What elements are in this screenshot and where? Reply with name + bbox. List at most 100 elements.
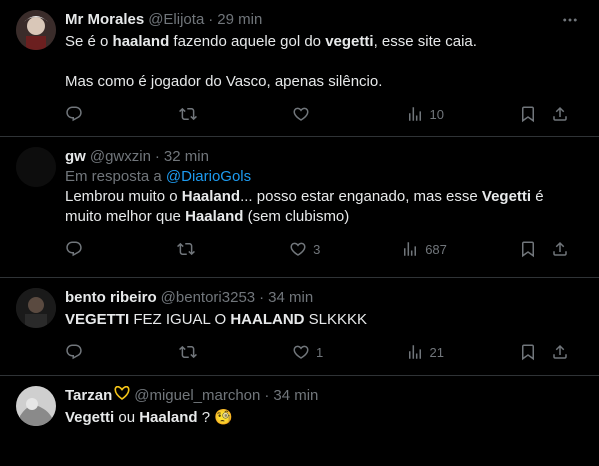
text-segment: (sem clubismo) [243, 208, 350, 225]
retweet-button[interactable] [178, 343, 219, 361]
views-count: 687 [425, 241, 447, 257]
tweet[interactable]: gw @gwxzin · 32 min Em resposta a @Diari… [0, 137, 599, 278]
action-right-group [519, 105, 569, 123]
views-button[interactable]: 21 [406, 343, 446, 361]
user-handle[interactable]: @Elijota [148, 10, 204, 30]
text-segment: Se é o [65, 33, 113, 50]
share-icon [553, 241, 567, 256]
user-handle[interactable]: @miguel_marchon [134, 386, 260, 406]
mention-link[interactable]: @DiarioGols [166, 168, 251, 185]
tweet[interactable]: bento ribeiro @bentori3253 · 34 min VEGE… [0, 278, 599, 376]
timestamp[interactable]: 34 min [273, 386, 318, 406]
text-segment: ... posso estar enganado, mas esse [240, 188, 482, 205]
text-segment: Mas como é jogador do Vasco, apenas silê… [65, 73, 383, 90]
views-button[interactable]: 687 [401, 240, 447, 258]
heart-icon [290, 242, 306, 256]
timestamp[interactable]: 29 min [217, 10, 262, 30]
share-button[interactable] [551, 240, 569, 258]
reply-button[interactable] [65, 105, 105, 123]
tweet[interactable]: Mr Morales @Elijota · 29 min Se é o haal… [0, 0, 599, 137]
like-button[interactable]: 3 [289, 240, 329, 258]
separator-dot: · [208, 11, 214, 28]
text-segment: ou [114, 409, 140, 426]
bookmark-button[interactable] [519, 240, 537, 258]
bookmark-icon [522, 106, 534, 123]
reply-icon [66, 241, 82, 257]
reply-feed: Mr Morales @Elijota · 29 min Se é o haal… [0, 0, 599, 466]
tweet-text: Lembrou muito o Haaland... posso estar e… [65, 187, 579, 227]
timestamp[interactable]: 32 min [164, 147, 209, 167]
tweet-text: VEGETTI FEZ IGUAL O HAALAND SLKKKK [65, 310, 579, 330]
timestamp[interactable]: 34 min [268, 288, 313, 308]
text-segment: ? 🧐 [197, 409, 233, 426]
user-handle[interactable]: @gwxzin [90, 147, 151, 167]
more-icon [563, 18, 577, 22]
display-name[interactable]: gw [65, 147, 86, 167]
text-bold: Vegetti [65, 409, 115, 426]
replying-to: Em resposta a @DiarioGols [65, 167, 579, 187]
action-bar: 3 687 [65, 229, 579, 269]
heart-icon [293, 345, 309, 359]
display-name[interactable]: Mr Morales [65, 10, 144, 30]
like-button[interactable]: 1 [292, 343, 332, 361]
like-button[interactable] [292, 105, 332, 123]
tweet-header: gw @gwxzin · 32 min [65, 147, 579, 167]
bookmark-button[interactable] [519, 105, 537, 123]
bookmark-icon [521, 241, 534, 258]
views-icon [408, 345, 421, 359]
separator-dot: · [264, 387, 270, 404]
text-bold: Haaland [181, 188, 241, 205]
tweet[interactable]: Tarzan @miguel_marchon · 34 min Vegetti … [0, 376, 599, 466]
reply-button[interactable] [65, 240, 105, 258]
avatar[interactable] [16, 147, 56, 187]
tweet-header: Tarzan @miguel_marchon · 34 min [65, 385, 579, 406]
tweet-header: Mr Morales @Elijota · 29 min [65, 10, 579, 30]
retweet-button[interactable] [177, 240, 217, 258]
views-icon [404, 242, 417, 256]
text-segment: , esse site caia. [373, 33, 477, 50]
text-segment: fazendo aquele gol do [169, 33, 326, 50]
text-bold: VEGETTI [65, 311, 130, 328]
avatar[interactable] [16, 10, 56, 50]
avatar[interactable] [16, 386, 56, 426]
action-right-group [519, 343, 569, 361]
share-button[interactable] [551, 105, 569, 123]
display-name[interactable]: bento ribeiro [65, 288, 157, 308]
bookmark-icon [522, 344, 534, 361]
text-bold: vegetti [325, 33, 374, 50]
tweet-text: Vegetti ou Haaland ? 🧐 [65, 408, 579, 428]
display-name[interactable]: Tarzan [65, 386, 112, 406]
text-bold: HAALAND [230, 311, 305, 328]
replying-to-label: Em resposta a [65, 168, 166, 185]
separator-dot: · [154, 148, 160, 165]
text-bold: haaland [112, 33, 170, 50]
text-bold: Vegetti [481, 188, 532, 205]
views-button[interactable]: 10 [406, 105, 446, 123]
reply-button[interactable] [65, 343, 105, 361]
more-options-button[interactable] [559, 10, 581, 30]
action-bar: 1 21 [65, 332, 579, 372]
retweet-button[interactable] [178, 105, 219, 123]
text-segment: FEZ IGUAL O [129, 311, 231, 328]
bookmark-button[interactable] [519, 343, 537, 361]
tweet-text: Se é o haaland fazendo aquele gol do veg… [65, 32, 579, 92]
views-icon [408, 107, 421, 121]
text-segment: Lembrou muito o [65, 188, 182, 205]
share-icon [553, 106, 567, 121]
retweet-icon [177, 242, 196, 256]
tweet-header: bento ribeiro @bentori3253 · 34 min [65, 288, 579, 308]
likes-count: 1 [316, 344, 324, 360]
yellow-heart-icon [114, 385, 130, 406]
heart-icon [293, 107, 309, 121]
likes-count: 3 [313, 241, 321, 257]
retweet-icon [178, 107, 197, 121]
reply-icon [66, 344, 82, 360]
views-count: 21 [429, 344, 444, 360]
action-right-group [519, 240, 569, 258]
user-handle[interactable]: @bentori3253 [161, 288, 255, 308]
avatar[interactable] [16, 288, 56, 328]
share-button[interactable] [551, 343, 569, 361]
share-icon [553, 344, 567, 359]
text-bold: Haaland [185, 208, 244, 225]
reply-icon [66, 106, 82, 122]
